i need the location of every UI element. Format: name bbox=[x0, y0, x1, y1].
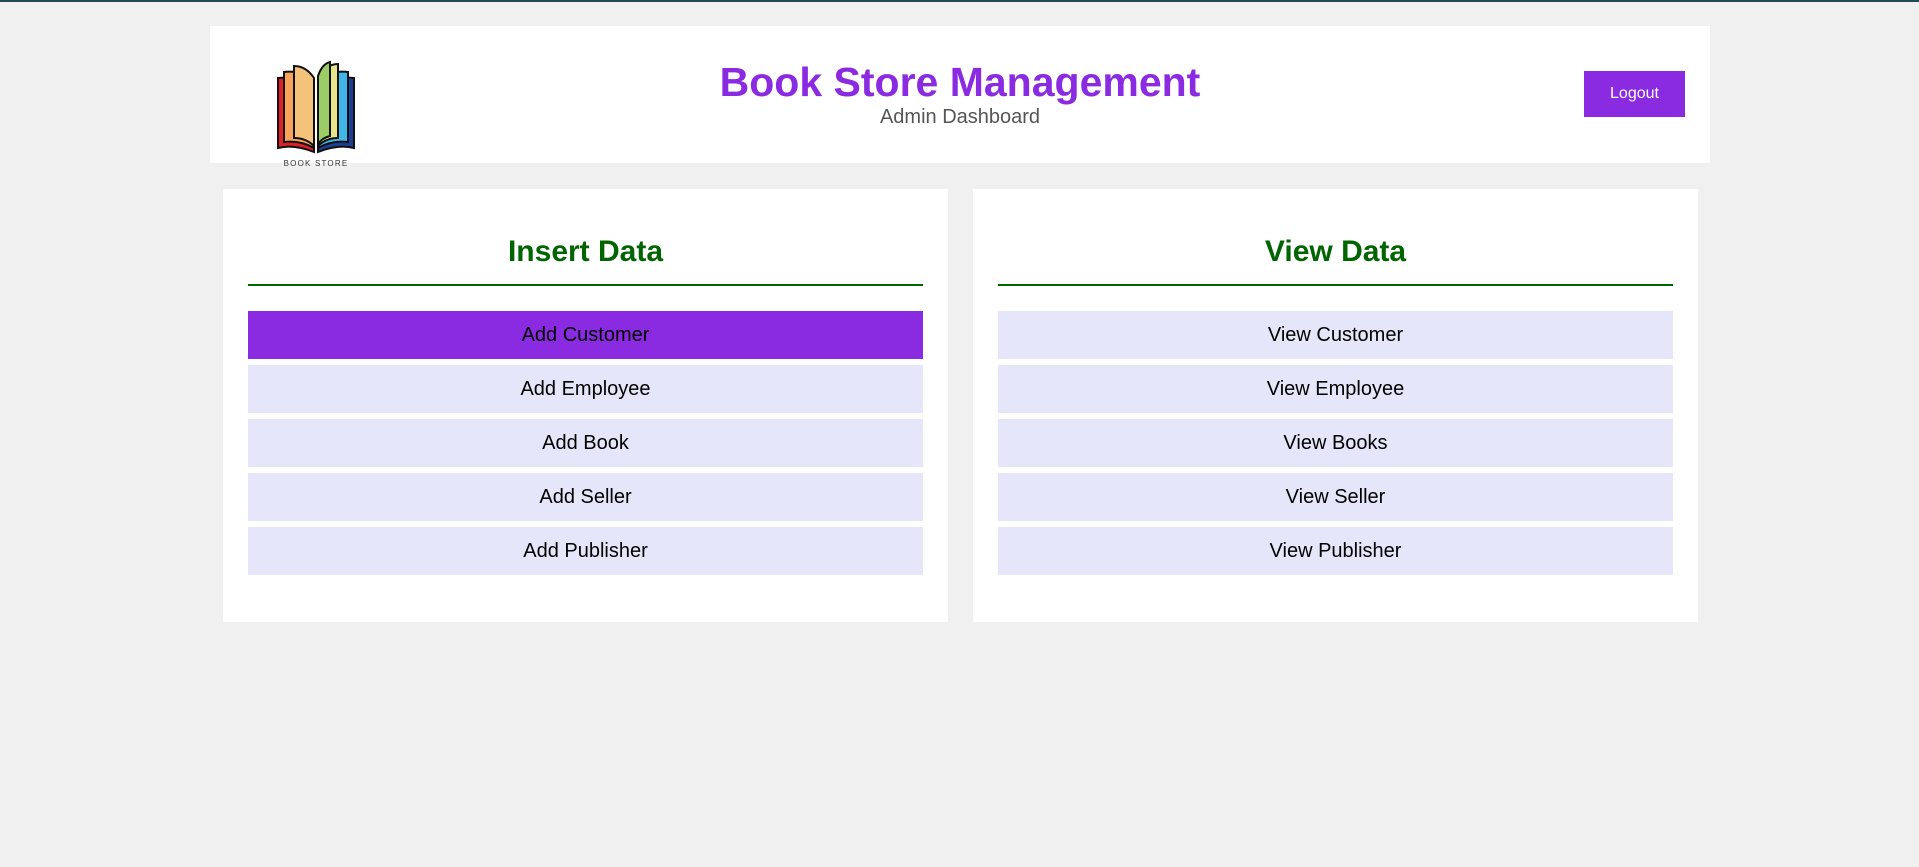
insert-data-heading: Insert Data bbox=[507, 235, 664, 268]
view-data-divider bbox=[998, 284, 1673, 286]
view-employee-button[interactable]: View Employee bbox=[998, 365, 1673, 413]
view-data-heading: View Data bbox=[1264, 235, 1407, 268]
add-publisher-button[interactable]: Add Publisher bbox=[248, 527, 923, 575]
view-button-list: View Customer View Employee View Books V… bbox=[998, 311, 1673, 581]
insert-data-panel: Insert Data Add Customer Add Employee Ad… bbox=[223, 189, 948, 622]
add-book-button[interactable]: Add Book bbox=[248, 419, 923, 467]
view-data-panel: View Data View Customer View Employee Vi… bbox=[973, 189, 1698, 622]
insert-data-divider bbox=[248, 284, 923, 286]
logout-button[interactable]: Logout bbox=[1584, 71, 1685, 117]
header: BOOK STORE Book Store Management Admin D… bbox=[210, 26, 1710, 168]
top-border bbox=[0, 0, 1919, 2]
add-customer-button[interactable]: Add Customer bbox=[248, 311, 923, 359]
insert-button-list: Add Customer Add Employee Add Book Add S… bbox=[248, 311, 923, 581]
page-title: Book Store Management bbox=[719, 59, 1201, 105]
view-books-button[interactable]: View Books bbox=[998, 419, 1673, 467]
view-publisher-button[interactable]: View Publisher bbox=[998, 527, 1673, 575]
title-block: Book Store Management Admin Dashboard bbox=[210, 26, 1710, 129]
page-subtitle: Admin Dashboard bbox=[879, 106, 1041, 129]
logo-caption: BOOK STORE bbox=[283, 159, 349, 168]
view-customer-button[interactable]: View Customer bbox=[998, 311, 1673, 359]
add-seller-button[interactable]: Add Seller bbox=[248, 473, 923, 521]
add-employee-button[interactable]: Add Employee bbox=[248, 365, 923, 413]
view-seller-button[interactable]: View Seller bbox=[998, 473, 1673, 521]
